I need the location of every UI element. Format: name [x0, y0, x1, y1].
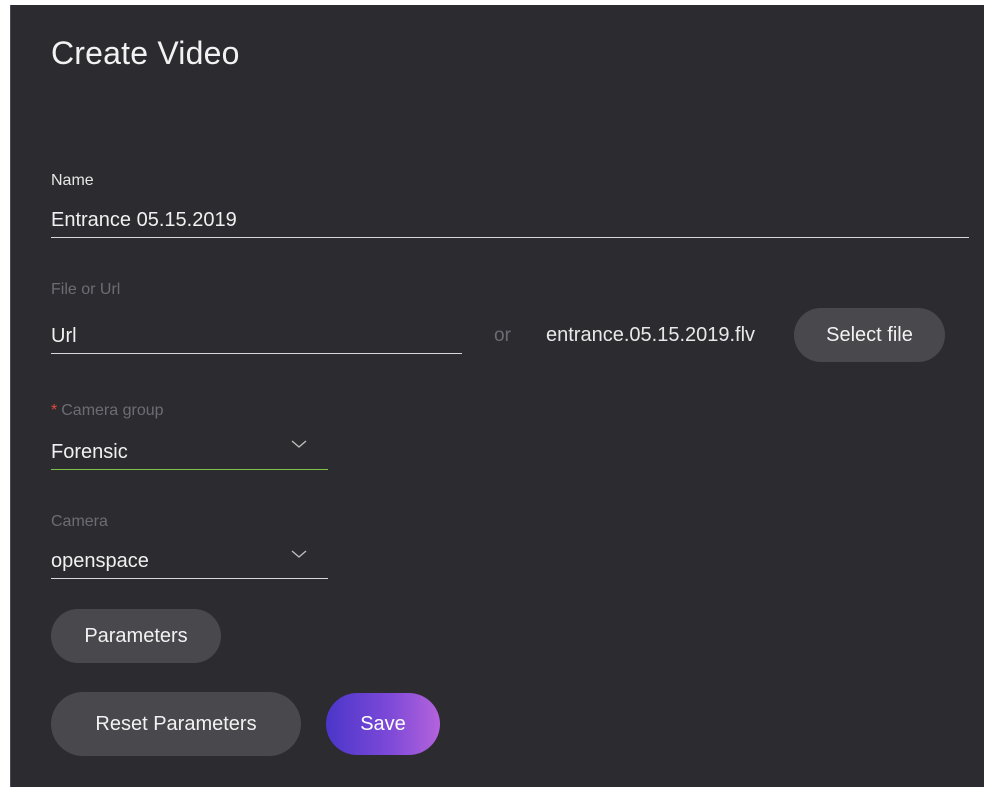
- save-button[interactable]: Save: [326, 693, 440, 755]
- parameters-label: Parameters: [84, 624, 188, 647]
- chevron-down-icon[interactable]: [291, 439, 307, 449]
- camera-label: Camera: [51, 513, 108, 530]
- name-label: Name: [51, 172, 94, 189]
- selected-file-name: entrance.05.15.2019.flv: [546, 324, 756, 346]
- save-label: Save: [360, 712, 406, 735]
- file-or-url-label: File or Url: [51, 281, 121, 298]
- reset-parameters-button[interactable]: Reset Parameters: [51, 692, 301, 756]
- name-field-underline: [51, 237, 969, 238]
- required-marker: *: [51, 402, 58, 419]
- parameters-button[interactable]: Parameters: [51, 609, 221, 663]
- camera-group-label: * Camera group: [51, 402, 164, 420]
- camera-group-underline: [51, 469, 328, 470]
- camera-value[interactable]: openspace: [51, 550, 149, 573]
- camera-group-label-text: Camera group: [61, 402, 164, 419]
- select-file-label: Select file: [826, 323, 913, 346]
- url-input-underline: [51, 353, 462, 354]
- select-file-button[interactable]: Select file: [794, 308, 945, 362]
- name-field-value[interactable]: Entrance 05.15.2019: [51, 209, 237, 232]
- chevron-down-icon[interactable]: [291, 549, 307, 559]
- reset-parameters-label: Reset Parameters: [95, 712, 257, 735]
- or-separator: or: [494, 325, 511, 346]
- url-input-value[interactable]: Url: [51, 325, 77, 348]
- camera-underline: [51, 578, 328, 579]
- create-video-dialog: Create Video Name Entrance 05.15.2019 Fi…: [10, 5, 984, 787]
- dialog-title: Create Video: [51, 35, 240, 71]
- camera-group-value[interactable]: Forensic: [51, 441, 128, 464]
